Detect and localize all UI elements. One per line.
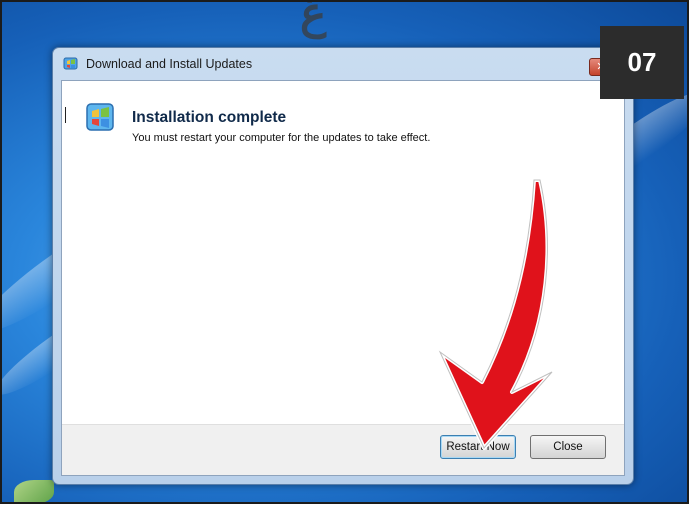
desktop-leaf-decoration — [14, 480, 54, 502]
installation-heading: Installation complete — [132, 109, 287, 126]
screenshot-frame: ﻍ Download and Install Updates ✕ — [0, 0, 689, 504]
window-title: Download and Install Updates — [86, 57, 253, 71]
windows-update-icon — [84, 101, 118, 135]
step-badge: 07 — [600, 26, 684, 99]
installation-message: You must restart your computer for the u… — [132, 132, 431, 144]
red-arrow-icon — [438, 178, 554, 450]
watermark: ﻍ — [300, 0, 327, 39]
windows-update-icon — [63, 56, 79, 72]
window-titlebar[interactable]: Download and Install Updates ✕ — [53, 48, 633, 80]
text-caret — [65, 107, 66, 123]
